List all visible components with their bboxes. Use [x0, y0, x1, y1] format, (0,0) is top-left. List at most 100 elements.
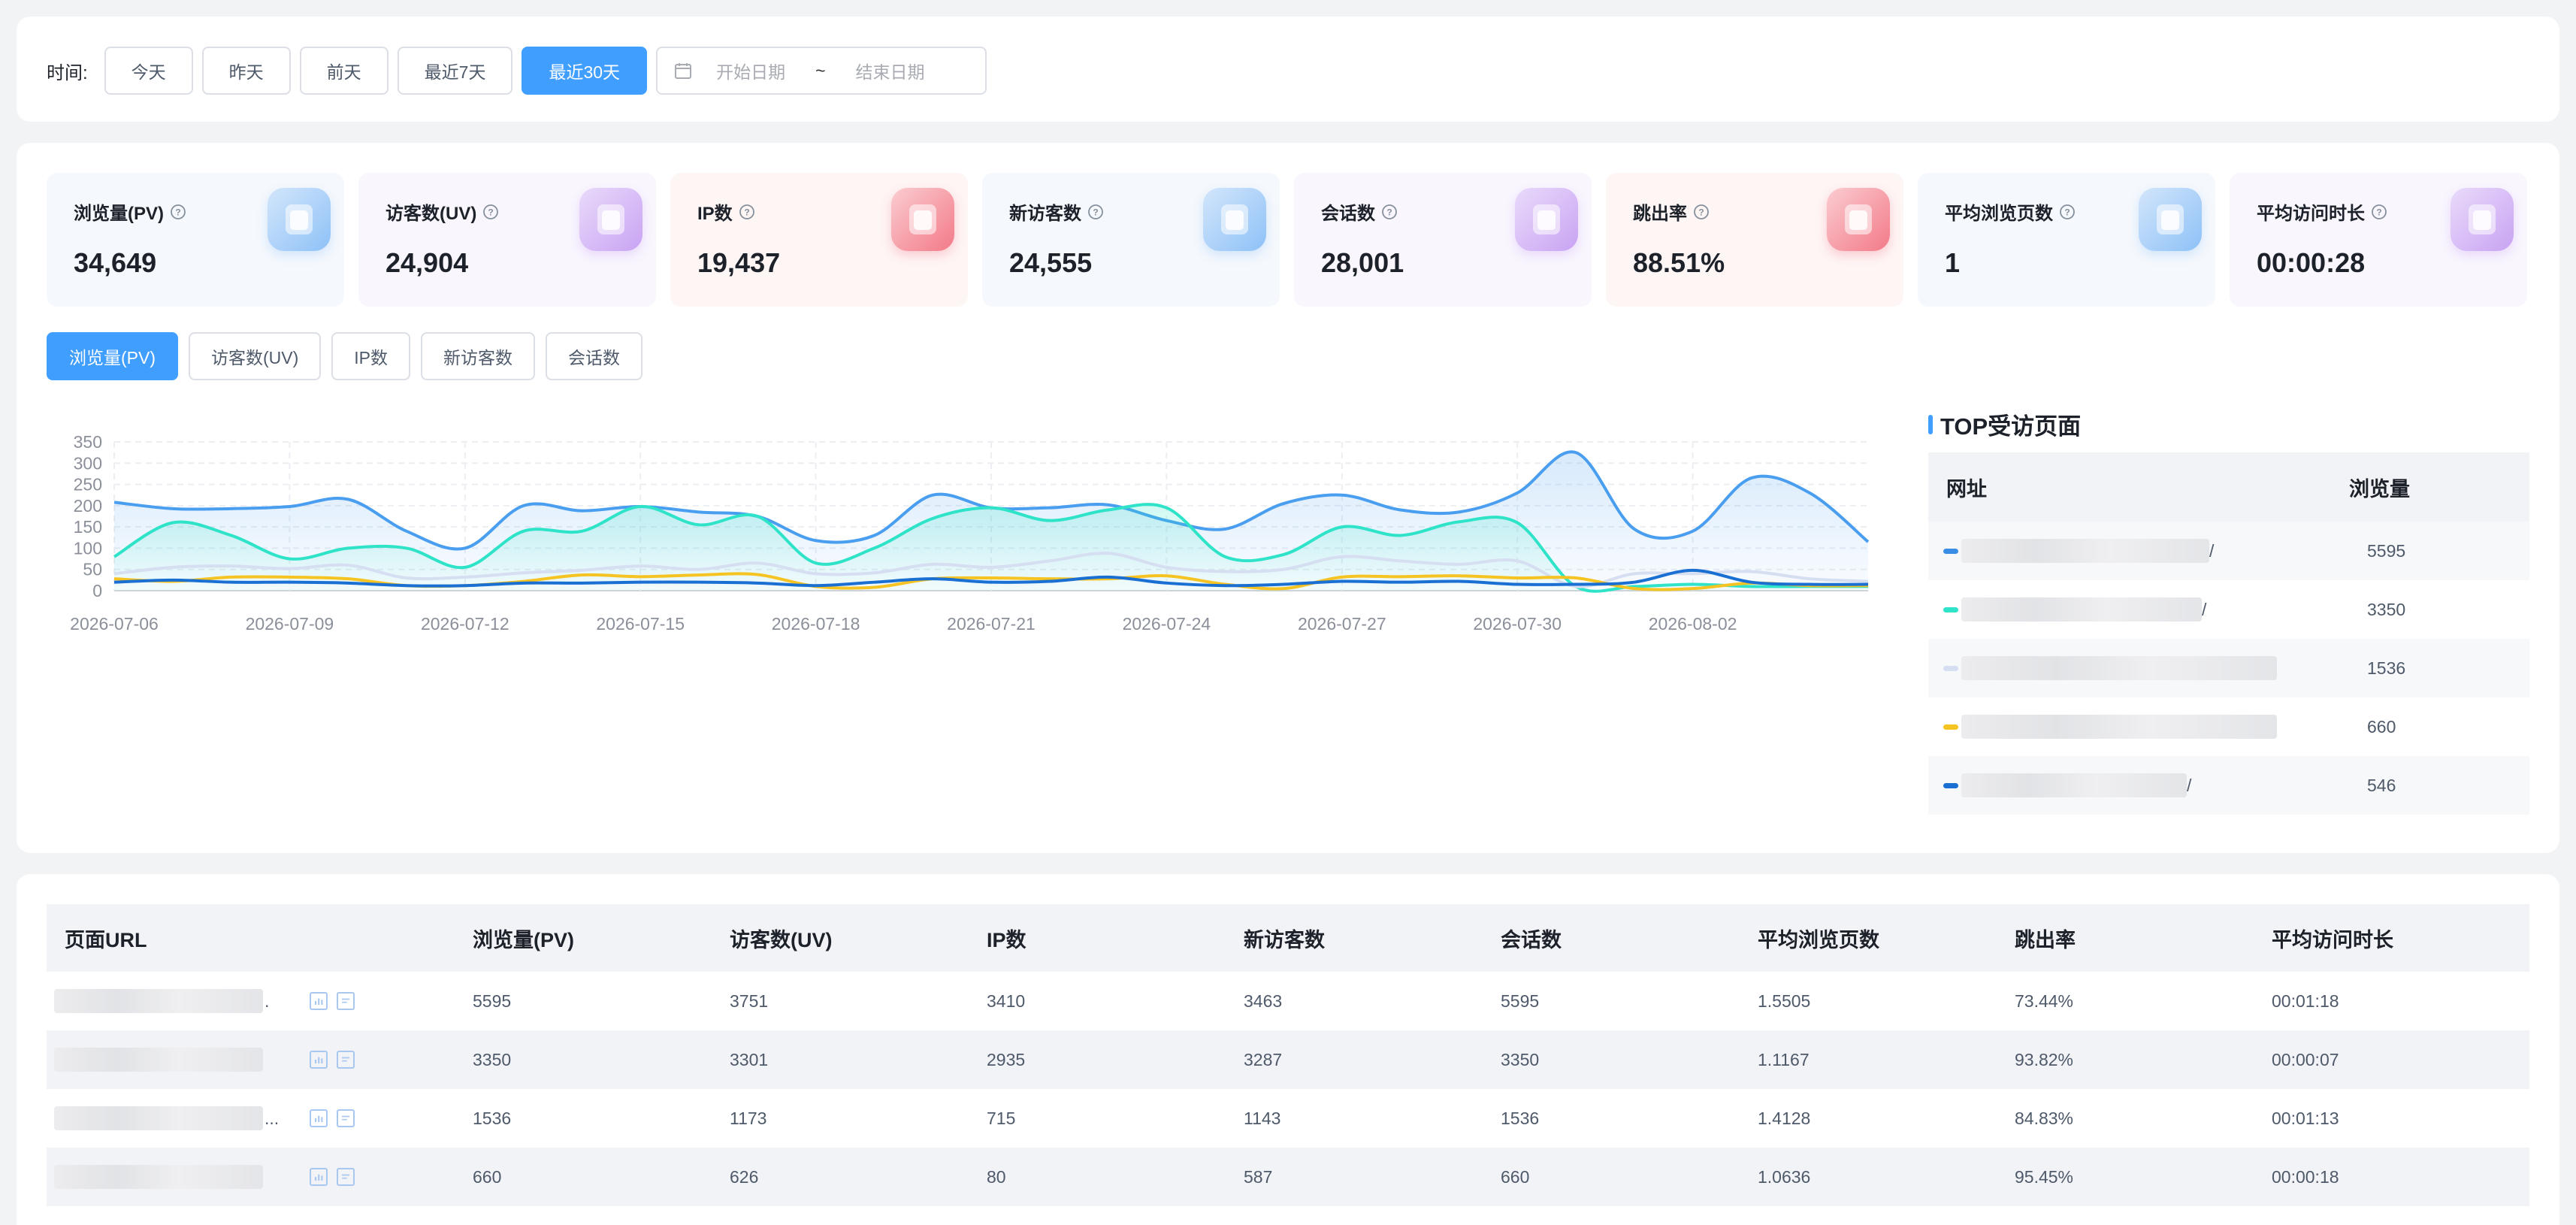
- range-today-button[interactable]: 今天: [104, 47, 193, 95]
- start-date-input[interactable]: 开始日期: [716, 58, 785, 83]
- url-tail: /: [2209, 540, 2215, 561]
- cell-avg-pages: 1.1167: [1758, 1049, 1810, 1069]
- top-page-url[interactable]: /: [1928, 773, 2367, 797]
- cell-uv: 1173: [730, 1108, 767, 1128]
- detail-table-header: 页面URL 浏览量(PV) 访客数(UV) IP数 新访客数 会话数 平均浏览页…: [47, 904, 2529, 972]
- chart-tab-pv[interactable]: 浏览量(PV): [47, 332, 178, 380]
- cell-sessions: 5595: [1501, 991, 1540, 1011]
- cell-uv: 3301: [730, 1049, 769, 1069]
- chart-tab-new-visitors[interactable]: 新访客数: [421, 332, 536, 380]
- top-page-url[interactable]: /: [1928, 539, 2367, 563]
- cell-avg-pages: 1.0636: [1758, 1166, 1811, 1187]
- cell-new-visitors: 3463: [1244, 991, 1283, 1011]
- cell-url[interactable]: ...: [47, 1106, 473, 1130]
- y-tick-label: 100: [74, 538, 102, 558]
- metric-tile: 浏览量(PV)? 34,649: [47, 173, 344, 307]
- url-suffix: ...: [265, 1108, 280, 1128]
- svg-text:?: ?: [2064, 207, 2070, 217]
- metric-tile: 访客数(UV)? 24,904: [358, 173, 656, 307]
- cell-url[interactable]: [47, 1048, 473, 1072]
- table-row[interactable]: 3350 3301 2935 3287 3350 1.1167 93.82% 00:00:07: [47, 1030, 2529, 1089]
- metric-title-text: 平均访问时长: [2257, 204, 2365, 224]
- help-icon[interactable]: ?: [1693, 204, 1710, 220]
- metric-icon: [1515, 188, 1578, 251]
- chart-icon[interactable]: [310, 1168, 328, 1186]
- chart-tab-sessions[interactable]: 会话数: [546, 332, 643, 380]
- x-tick-label: 2026-07-30: [1473, 614, 1562, 634]
- header-avg-pages: 平均浏览页数: [1758, 928, 1879, 951]
- detail-icon[interactable]: [337, 1051, 355, 1069]
- top-page-pv: 546: [2367, 775, 2396, 795]
- top-page-pv: 1536: [2367, 658, 2406, 678]
- help-icon[interactable]: ?: [1087, 204, 1104, 220]
- cell-avg-duration: 00:00:07: [2272, 1049, 2339, 1069]
- cell-ip: 80: [987, 1166, 1006, 1187]
- end-date-input[interactable]: 结束日期: [856, 58, 925, 83]
- top-page-row[interactable]: / 546: [1928, 756, 2529, 815]
- x-tick-label: 2026-07-12: [421, 614, 509, 634]
- range-30days-button[interactable]: 最近30天: [522, 47, 648, 95]
- range-yesterday-button[interactable]: 昨天: [201, 47, 291, 95]
- top-page-row[interactable]: / 3350: [1928, 580, 2529, 639]
- top-pages-pv-header: 浏览量: [2349, 477, 2410, 501]
- cell-new-visitors: 3287: [1244, 1049, 1283, 1069]
- header-pv: 浏览量(PV): [473, 928, 574, 951]
- detail-icon[interactable]: [337, 1168, 355, 1186]
- help-icon[interactable]: ?: [170, 204, 186, 220]
- overview-panel: 浏览量(PV)? 34,649 访客数(UV)? 24,904 IP数? 19,437 新访…: [17, 143, 2559, 853]
- top-page-row[interactable]: 660: [1928, 697, 2529, 756]
- metric-title-text: IP数: [697, 204, 733, 224]
- top-page-url[interactable]: /: [1928, 597, 2367, 622]
- range-day-before-button[interactable]: 前天: [299, 47, 389, 95]
- metric-value: 19,437: [697, 247, 781, 278]
- help-icon[interactable]: ?: [2059, 204, 2076, 220]
- chart-tab-ip[interactable]: IP数: [331, 332, 411, 380]
- trend-line-chart: 0 50 100150200250300350 2026-07-06 2026-07-0…: [70, 432, 1870, 634]
- redacted-url: [54, 1165, 263, 1189]
- top-page-row[interactable]: 1536: [1928, 639, 2529, 697]
- top-page-url[interactable]: [1928, 656, 2367, 680]
- metric-title-text: 会话数: [1321, 204, 1375, 224]
- chart-icon[interactable]: [310, 1051, 328, 1069]
- cell-ip: 715: [987, 1108, 1016, 1128]
- metric-title-text: 新访客数: [1009, 204, 1081, 224]
- page-detail-panel: 页面URL 浏览量(PV) 访客数(UV) IP数 新访客数 会话数 平均浏览页…: [17, 874, 2559, 1225]
- chart-icon[interactable]: [310, 1109, 328, 1127]
- table-row[interactable]: ... 1536 1173 715 1143 1536 1.4128 84.83% 00:01:…: [47, 1089, 2529, 1148]
- table-row[interactable]: 660 626 80 587 660 1.0636 95.45% 00:00:18: [47, 1148, 2529, 1206]
- top-page-url[interactable]: [1928, 715, 2367, 739]
- detail-icon[interactable]: [337, 992, 355, 1010]
- help-icon[interactable]: ?: [739, 204, 755, 220]
- table-row[interactable]: . 5595 3751 3410 3463 5595 1.5505 73.44% 00:01:1…: [47, 972, 2529, 1030]
- time-filter-row: 时间: 今天 昨天 前天 最近7天 最近30天 开始日期 ~ 结束日期: [47, 47, 987, 95]
- y-tick-label: 250: [74, 475, 102, 495]
- y-tick-label: 0: [92, 581, 102, 600]
- metric-tile: 跳出率? 88.51%: [1606, 173, 1903, 307]
- cell-bounce-rate: 93.82%: [2015, 1049, 2074, 1069]
- x-tick-label: 2026-07-27: [1298, 614, 1386, 634]
- cell-ip: 3410: [987, 991, 1026, 1011]
- x-tick-label: 2026-07-24: [1123, 614, 1211, 634]
- chart-tab-uv[interactable]: 访客数(UV): [189, 332, 322, 380]
- detail-icon[interactable]: [337, 1109, 355, 1127]
- url-tail: /: [2202, 599, 2207, 619]
- help-icon[interactable]: ?: [2371, 204, 2387, 220]
- metric-value: 24,904: [385, 247, 469, 278]
- metric-value: 00:00:28: [2257, 247, 2366, 278]
- y-tick-label: 350: [74, 432, 102, 452]
- metric-title-text: 跳出率: [1633, 204, 1687, 224]
- help-icon[interactable]: ?: [482, 204, 499, 220]
- header-bounce-rate: 跳出率: [2015, 928, 2076, 951]
- series-color-swatch: [1943, 548, 1958, 554]
- cell-url[interactable]: .: [47, 989, 473, 1013]
- date-range-picker[interactable]: 开始日期 ~ 结束日期: [656, 47, 987, 95]
- series-color-swatch: [1943, 606, 1958, 612]
- help-icon[interactable]: ?: [1381, 204, 1398, 220]
- range-7days-button[interactable]: 最近7天: [397, 47, 513, 95]
- chart-icon[interactable]: [310, 992, 328, 1010]
- cell-uv: 3751: [730, 991, 769, 1011]
- cell-url[interactable]: [47, 1165, 473, 1189]
- header-uv: 访客数(UV): [730, 928, 833, 951]
- top-page-row[interactable]: / 5595: [1928, 522, 2529, 580]
- svg-text:?: ?: [1698, 207, 1704, 217]
